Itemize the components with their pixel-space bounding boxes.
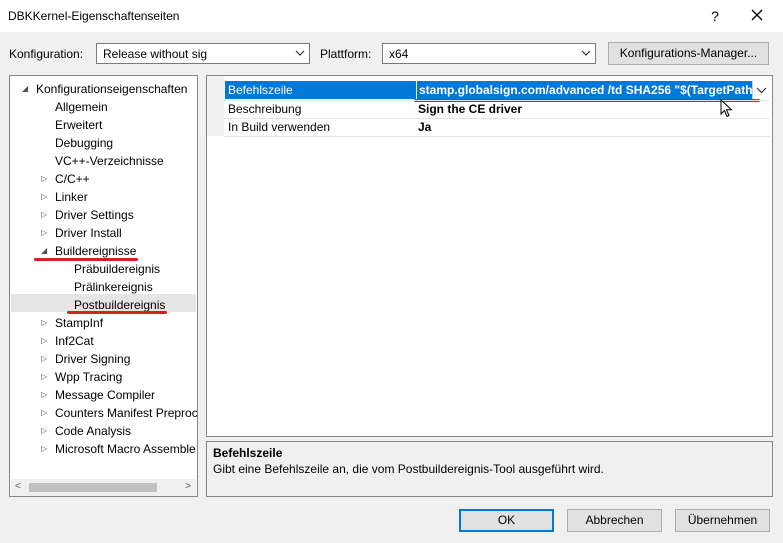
ok-button[interactable]: OK [459,509,554,532]
scroll-right-icon[interactable]: > [185,481,191,492]
expand-arrow-icon[interactable]: ▷ [41,211,49,219]
tree-item-debugging[interactable]: Debugging [55,134,113,152]
configuration-manager-button[interactable]: Konfigurations-Manager... [608,42,769,65]
tree-item-praelink[interactable]: Prälinkereignis [74,278,153,296]
grid-row-name[interactable]: In Build verwenden [228,118,330,136]
expand-arrow-icon[interactable]: ▷ [41,391,49,399]
collapse-arrow-icon[interactable]: ◢ [41,247,49,255]
expand-arrow-icon[interactable]: ▷ [41,445,49,453]
tree-item-praebuild[interactable]: Präbuildereignis [74,260,160,278]
tree-item-stampinf[interactable]: StampInf [55,314,103,332]
expand-arrow-icon[interactable]: ▷ [41,337,49,345]
tree-item-linker[interactable]: Linker [55,188,88,206]
expand-arrow-icon[interactable]: ▷ [41,229,49,237]
tree-item-driver-signing[interactable]: Driver Signing [55,350,130,368]
window-title: DBKKernel-Eigenschaftenseiten [8,9,180,23]
tree-item-driver-install[interactable]: Driver Install [55,224,122,242]
description-panel: Befehlszeile Gibt eine Befehlszeile an, … [206,441,773,497]
expand-arrow-icon[interactable]: ▷ [41,409,49,417]
platform-label: Plattform: [320,47,372,61]
help-button[interactable]: ? [705,6,725,26]
tree-horizontal-scrollbar[interactable]: < > [11,479,196,496]
configuration-value: Release without sig [103,47,208,61]
tree-item-erweitert[interactable]: Erweitert [55,116,102,134]
expand-arrow-icon[interactable]: ▷ [41,373,49,381]
grid-row-divider [224,136,770,137]
platform-dropdown[interactable]: x64 [382,43,596,64]
close-icon [751,9,763,21]
chevron-down-icon [581,50,591,56]
title-bar: DBKKernel-Eigenschaftenseiten ? [0,0,783,32]
grid-row-name[interactable]: Befehlszeile [228,81,293,99]
tree-item-vc-dirs[interactable]: VC++-Verzeichnisse [55,152,164,170]
tree-item-wpp-tracing[interactable]: Wpp Tracing [55,368,122,386]
expand-arrow-icon[interactable]: ▷ [41,193,49,201]
tree-item-driver-settings[interactable]: Driver Settings [55,206,134,224]
value-dropdown-button[interactable] [752,81,770,99]
configuration-label: Konfiguration: [9,47,84,61]
grid-row-value[interactable]: Ja [418,118,431,136]
tree-item-root[interactable]: Konfigurationseigenschaften [36,80,187,98]
close-button[interactable] [742,4,772,28]
chevron-down-icon [295,50,305,56]
tree-item-allgemein[interactable]: Allgemein [55,98,108,116]
scroll-left-icon[interactable]: < [15,481,21,492]
property-grid: Befehlszeile stamp.globalsign.com/advanc… [206,75,773,437]
expand-arrow-icon[interactable]: ▷ [41,319,49,327]
mouse-cursor-icon [720,99,733,118]
grid-row-name[interactable]: Beschreibung [228,100,301,118]
tree-item-cpp[interactable]: C/C++ [55,170,90,188]
tree-item-code-analysis[interactable]: Code Analysis [55,422,131,440]
description-text: Gibt eine Befehlszeile an, die vom Postb… [213,462,604,476]
expand-arrow-icon[interactable]: ▷ [41,427,49,435]
cancel-button[interactable]: Abbrechen [567,509,662,532]
apply-button[interactable]: Übernehmen [675,509,770,532]
tree-item-masm[interactable]: Microsoft Macro Assemble [55,440,196,458]
tree-item-counters-manifest[interactable]: Counters Manifest Preproc [55,404,197,422]
expand-arrow-icon[interactable]: ▷ [41,355,49,363]
collapse-arrow-icon[interactable]: ◢ [22,85,30,93]
grid-gutter [207,76,224,136]
scrollbar-thumb[interactable] [29,483,157,492]
tree-item-message-compiler[interactable]: Message Compiler [55,386,155,404]
grid-row-value[interactable]: stamp.globalsign.com/advanced /td SHA256… [417,81,765,99]
grid-row-value[interactable]: Sign the CE driver [418,100,522,118]
grid-row-value-editor[interactable]: stamp.globalsign.com/advanced /td SHA256… [417,81,770,100]
tree-item-inf2cat[interactable]: Inf2Cat [55,332,94,350]
description-title: Befehlszeile [213,446,283,460]
property-tree: ◢ Konfigurationseigenschaften Allgemein … [9,75,198,497]
chevron-down-icon [756,87,767,94]
expand-arrow-icon[interactable]: ▷ [41,175,49,183]
platform-value: x64 [389,47,409,61]
configuration-dropdown[interactable]: Release without sig [96,43,310,64]
